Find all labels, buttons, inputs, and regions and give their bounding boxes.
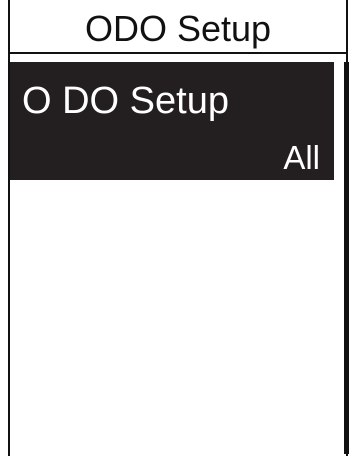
- menu-item-label: O DO Setup: [22, 80, 229, 122]
- screen-header: ODO Setup: [10, 0, 346, 54]
- device-screen: ODO Setup O DO Setup All: [8, 0, 349, 456]
- page-title: ODO Setup: [84, 8, 272, 49]
- scrollbar[interactable]: [344, 62, 349, 454]
- menu-list: O DO Setup All: [10, 62, 334, 180]
- menu-item-value: All: [283, 139, 320, 176]
- menu-item-odo-setup[interactable]: O DO Setup All: [10, 62, 334, 180]
